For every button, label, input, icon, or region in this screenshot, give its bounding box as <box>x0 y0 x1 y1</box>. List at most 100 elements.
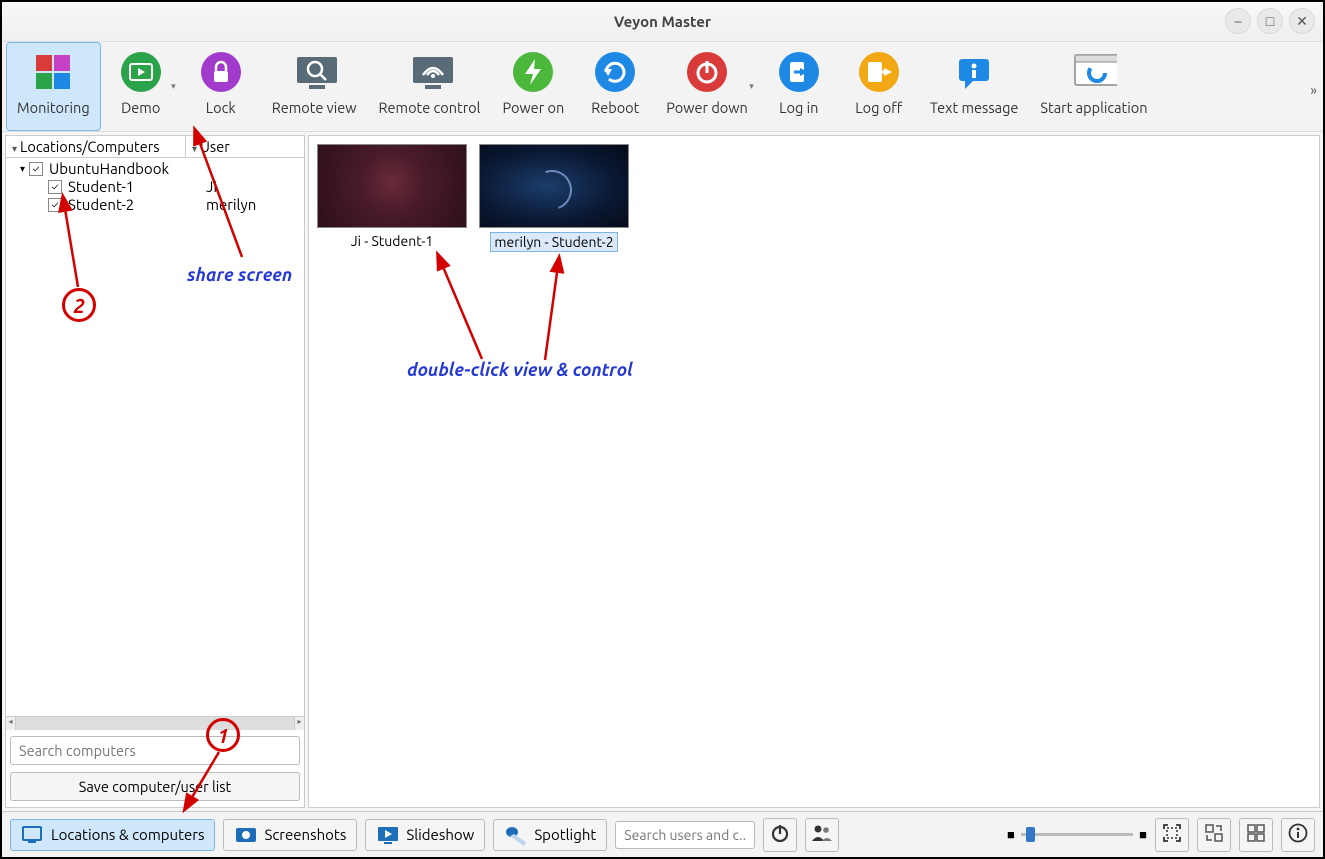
demo-button[interactable]: Demo ▾ <box>101 42 181 131</box>
zoom-out-icon: ■ <box>1007 827 1015 842</box>
power-down-dropdown-icon[interactable]: ▾ <box>749 81 754 92</box>
main-toolbar: Monitoring Demo ▾ Lock Remote view Remot… <box>2 42 1323 132</box>
reboot-label: Reboot <box>591 99 639 116</box>
tab-spotlight[interactable]: Spotlight <box>493 819 607 851</box>
info-button[interactable] <box>1281 818 1315 852</box>
tree-header: ▾Locations/Computers ▾User <box>6 136 304 158</box>
tab-slideshow-label: Slideshow <box>406 826 474 843</box>
computer-tree[interactable]: ▾ ✓ UbuntuHandbook ✓ Student-1 Ji ✓ Stud… <box>6 158 304 716</box>
power-icon <box>770 823 790 847</box>
window-controls: – □ ✕ <box>1225 8 1315 34</box>
demo-dropdown-icon[interactable]: ▾ <box>171 81 176 92</box>
checkbox-root[interactable]: ✓ <box>29 162 43 176</box>
locations-icon <box>21 824 45 846</box>
start-application-button[interactable]: Start application <box>1029 42 1158 131</box>
close-button[interactable]: ✕ <box>1289 8 1315 34</box>
tree-col-user[interactable]: ▾User <box>186 136 236 157</box>
checkbox-student-2[interactable]: ✓ <box>48 198 62 212</box>
log-off-icon <box>856 49 902 95</box>
remote-control-label: Remote control <box>379 99 481 116</box>
expand-icon[interactable]: ▾ <box>20 160 25 178</box>
remote-view-icon <box>291 49 337 95</box>
sort-button[interactable] <box>1197 818 1231 852</box>
power-down-button[interactable]: Power down ▾ <box>655 42 759 131</box>
reboot-button[interactable]: Reboot <box>575 42 655 131</box>
tab-slideshow[interactable]: Slideshow <box>365 819 485 851</box>
tree-h-scrollbar[interactable]: ◂ ▸ <box>6 716 304 730</box>
monitoring-label: Monitoring <box>17 99 90 116</box>
monitoring-icon <box>30 49 76 95</box>
global-search-wrap <box>615 821 755 849</box>
demo-label: Demo <box>121 99 160 116</box>
computer-caption: merilyn - Student-2 <box>490 232 617 252</box>
slideshow-icon <box>376 824 400 846</box>
fit-button[interactable] <box>1155 818 1189 852</box>
tab-locations[interactable]: Locations & computers <box>10 819 215 851</box>
users-button[interactable] <box>805 818 839 852</box>
text-message-label: Text message <box>930 99 1019 116</box>
scroll-left-icon[interactable]: ◂ <box>6 717 16 730</box>
tab-locations-label: Locations & computers <box>51 826 204 843</box>
title-bar: Veyon Master – □ ✕ <box>2 2 1323 42</box>
remote-control-button[interactable]: Remote control <box>368 42 492 131</box>
computer-screen-preview <box>317 144 467 228</box>
computer-thumb-student-1[interactable]: Ji - Student-1 <box>317 144 467 252</box>
power-on-button[interactable]: Power on <box>491 42 575 131</box>
search-users-input[interactable] <box>615 821 755 849</box>
tree-item-student-2[interactable]: ✓ Student-2 merilyn <box>10 196 300 214</box>
log-in-button[interactable]: Log in <box>759 42 839 131</box>
bottom-bar: Locations & computers Screenshots Slides… <box>2 811 1323 857</box>
power-on-label: Power on <box>502 99 564 116</box>
computer-thumb-student-2[interactable]: merilyn - Student-2 <box>479 144 629 252</box>
main-view: Ji - Student-1 merilyn - Student-2 <box>308 135 1320 808</box>
scroll-track[interactable] <box>16 717 294 730</box>
checkbox-student-1[interactable]: ✓ <box>48 180 62 194</box>
start-application-label: Start application <box>1040 99 1147 116</box>
zoom-in-icon: ■ <box>1139 827 1147 842</box>
remote-view-label: Remote view <box>272 99 357 116</box>
content-area: ▾Locations/Computers ▾User ▾ ✓ UbuntuHan… <box>2 132 1323 811</box>
monitoring-button[interactable]: Monitoring <box>6 42 101 131</box>
maximize-button[interactable]: □ <box>1257 8 1283 34</box>
scroll-right-icon[interactable]: ▸ <box>294 717 304 730</box>
tree-col-locations[interactable]: ▾Locations/Computers <box>6 136 186 157</box>
power-menu-button[interactable] <box>763 818 797 852</box>
toolbar-overflow-icon[interactable]: » <box>1310 82 1317 98</box>
remote-view-button[interactable]: Remote view <box>261 42 368 131</box>
log-off-label: Log off <box>855 99 902 116</box>
tree-item-user: Ji <box>206 178 217 196</box>
power-down-label: Power down <box>666 99 748 116</box>
computer-screen-preview <box>479 144 629 228</box>
screenshots-icon <box>234 824 258 846</box>
power-on-icon <box>510 49 556 95</box>
tree-col-locations-label: Locations/Computers <box>20 138 159 155</box>
tree-item-student-1[interactable]: ✓ Student-1 Ji <box>10 178 300 196</box>
lock-button[interactable]: Lock <box>181 42 261 131</box>
side-panel: ▾Locations/Computers ▾User ▾ ✓ UbuntuHan… <box>5 135 305 808</box>
log-in-icon <box>776 49 822 95</box>
text-message-button[interactable]: Text message <box>919 42 1030 131</box>
users-icon <box>811 823 833 847</box>
info-icon <box>1288 823 1308 847</box>
save-list-button[interactable]: Save computer/user list <box>10 772 300 801</box>
grid-icon <box>1246 823 1266 847</box>
search-computers-input[interactable] <box>10 736 300 765</box>
tree-col-user-label: User <box>200 138 230 155</box>
tab-screenshots-label: Screenshots <box>264 826 346 843</box>
tree-item-label: Student-1 <box>68 178 134 196</box>
grid-button[interactable] <box>1239 818 1273 852</box>
zoom-slider[interactable]: ■ ■ <box>1007 825 1147 845</box>
tree-root-label: UbuntuHandbook <box>49 160 169 178</box>
tab-screenshots[interactable]: Screenshots <box>223 819 357 851</box>
tree-root-row[interactable]: ▾ ✓ UbuntuHandbook <box>10 160 300 178</box>
slider-track[interactable] <box>1021 833 1133 836</box>
power-down-icon <box>684 49 730 95</box>
window-title: Veyon Master <box>614 13 711 30</box>
tree-item-user: merilyn <box>206 196 256 214</box>
tree-item-label: Student-2 <box>68 196 134 214</box>
text-message-icon <box>951 49 997 95</box>
slider-thumb[interactable] <box>1026 827 1035 842</box>
computer-caption: Ji - Student-1 <box>348 232 437 250</box>
log-off-button[interactable]: Log off <box>839 42 919 131</box>
minimize-button[interactable]: – <box>1225 8 1251 34</box>
